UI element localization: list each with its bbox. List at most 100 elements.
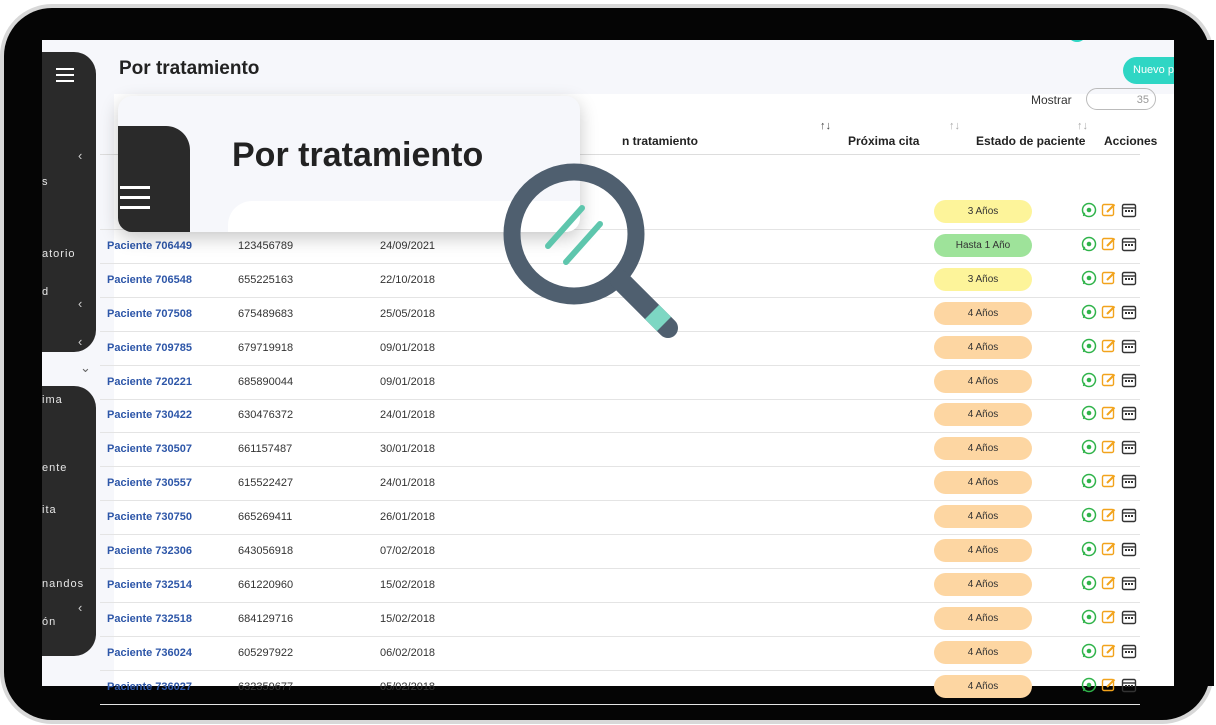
sidebar-item-label[interactable]: ima xyxy=(42,394,63,406)
whatsapp-icon[interactable] xyxy=(1081,677,1097,693)
chevron-left-icon[interactable]: ‹ xyxy=(78,334,82,349)
calendar-icon[interactable] xyxy=(1121,372,1137,388)
patient-name-link[interactable]: Paciente 732514 xyxy=(107,579,192,591)
status-badge: 4 Años xyxy=(934,403,1032,427)
patient-name-link[interactable]: Paciente 720221 xyxy=(107,376,192,388)
sort-icon[interactable]: ↑↓ xyxy=(949,120,960,132)
edit-icon[interactable] xyxy=(1101,202,1117,218)
chevron-left-icon[interactable]: ‹ xyxy=(78,600,82,615)
patient-name-link[interactable]: Paciente 732306 xyxy=(107,545,192,557)
patient-name-link[interactable]: Paciente 730422 xyxy=(107,409,192,421)
page-size-select[interactable]: 35 xyxy=(1086,88,1156,110)
calendar-icon[interactable] xyxy=(1121,270,1137,286)
edit-icon[interactable] xyxy=(1101,270,1117,286)
calendar-icon[interactable] xyxy=(1121,541,1137,557)
patient-name-link[interactable]: Paciente 706548 xyxy=(107,274,192,286)
calendar-icon[interactable] xyxy=(1121,507,1137,523)
whatsapp-icon[interactable] xyxy=(1081,439,1097,455)
calendar-icon[interactable] xyxy=(1121,609,1137,625)
patient-phone: 655225163 xyxy=(238,273,294,286)
whatsapp-icon[interactable] xyxy=(1081,507,1097,523)
column-patient-status[interactable]: Estado de paciente xyxy=(976,134,1085,148)
edit-icon[interactable] xyxy=(1101,609,1117,625)
table-row[interactable]: Paciente 732514 661220960 15/02/2018 4 Años xyxy=(100,568,1140,603)
calendar-icon[interactable] xyxy=(1121,405,1137,421)
whatsapp-icon[interactable] xyxy=(1081,575,1097,591)
patient-phone: 615522427 xyxy=(238,477,294,490)
sort-icon[interactable]: ↑↓ xyxy=(820,120,831,132)
sidebar-item-label[interactable]: d xyxy=(42,286,49,298)
edit-icon[interactable] xyxy=(1101,338,1117,354)
menu-icon[interactable] xyxy=(56,68,74,82)
patient-name-link[interactable]: Paciente 730750 xyxy=(107,511,192,523)
chevron-down-icon[interactable]: ⌄ xyxy=(80,360,91,376)
whatsapp-icon[interactable] xyxy=(1081,372,1097,388)
edit-icon[interactable] xyxy=(1101,304,1117,320)
patient-name-link[interactable]: Paciente 730507 xyxy=(107,443,192,455)
edit-icon[interactable] xyxy=(1101,677,1117,693)
patient-phone: 679719918 xyxy=(238,341,294,354)
edit-icon[interactable] xyxy=(1101,575,1117,591)
patient-name-link[interactable]: Paciente 736024 xyxy=(107,647,192,659)
whatsapp-icon[interactable] xyxy=(1081,643,1097,659)
sort-icon[interactable]: ↑↓ xyxy=(1077,120,1088,132)
sidebar-item-label[interactable]: ente xyxy=(42,462,67,474)
whatsapp-icon[interactable] xyxy=(1081,609,1097,625)
patient-phone: 123456789 xyxy=(238,239,294,252)
table-row[interactable]: Paciente 730557 615522427 24/01/2018 4 Años xyxy=(100,466,1140,502)
edit-icon[interactable] xyxy=(1101,405,1117,421)
calendar-icon[interactable] xyxy=(1121,236,1137,252)
patient-date: 15/02/2018 xyxy=(380,578,436,591)
new-patient-button[interactable]: Nuevo p xyxy=(1123,57,1174,84)
whatsapp-icon[interactable] xyxy=(1081,236,1097,252)
patient-name-link[interactable]: Paciente 732518 xyxy=(107,613,192,625)
patient-name-link[interactable]: Paciente 736027 xyxy=(107,681,192,693)
calendar-icon[interactable] xyxy=(1121,473,1137,489)
edit-icon[interactable] xyxy=(1101,541,1117,557)
table-row[interactable]: Paciente 730750 665269411 26/01/2018 4 Años xyxy=(100,500,1140,536)
table-row[interactable]: Paciente 730422 630476372 24/01/2018 4 Años xyxy=(100,398,1140,434)
calendar-icon[interactable] xyxy=(1121,304,1137,320)
calendar-icon[interactable] xyxy=(1121,338,1137,354)
sidebar-item-label[interactable]: atorio xyxy=(42,248,76,260)
patient-name-link[interactable]: Paciente 707508 xyxy=(107,308,192,320)
row-actions xyxy=(1081,643,1141,663)
whatsapp-icon[interactable] xyxy=(1081,304,1097,320)
sidebar-item-label[interactable]: ita xyxy=(42,504,57,516)
sidebar-item-label[interactable]: nandos xyxy=(42,578,84,590)
edit-icon[interactable] xyxy=(1101,643,1117,659)
table-row[interactable]: Paciente 732518 684129716 15/02/2018 4 Años xyxy=(100,602,1140,637)
column-treatment[interactable]: n tratamiento xyxy=(622,134,698,148)
table-row[interactable]: Paciente 736024 605297922 06/02/2018 4 Años xyxy=(100,636,1140,671)
whatsapp-icon[interactable] xyxy=(1081,270,1097,286)
patient-phone: 665269411 xyxy=(238,511,293,524)
calendar-icon[interactable] xyxy=(1121,643,1137,659)
calendar-icon[interactable] xyxy=(1121,575,1137,591)
whatsapp-icon[interactable] xyxy=(1081,405,1097,421)
whatsapp-icon[interactable] xyxy=(1081,541,1097,557)
whatsapp-icon[interactable] xyxy=(1081,473,1097,489)
edit-icon[interactable] xyxy=(1101,473,1117,489)
chevron-left-icon[interactable]: ‹ xyxy=(78,148,82,163)
whatsapp-icon[interactable] xyxy=(1081,338,1097,354)
patient-name-link[interactable]: Paciente 709785 xyxy=(107,342,192,354)
patient-name-link[interactable]: Paciente 730557 xyxy=(107,477,192,489)
calendar-icon[interactable] xyxy=(1121,677,1137,693)
calendar-icon[interactable] xyxy=(1121,202,1137,218)
whatsapp-icon[interactable] xyxy=(1081,202,1097,218)
table-row[interactable]: Paciente 730507 661157487 30/01/2018 4 Años xyxy=(100,432,1140,468)
table-row[interactable]: Paciente 720221 685890044 09/01/2018 4 Años xyxy=(100,365,1140,400)
table-row[interactable]: Paciente 736027 632359677 05/02/2018 4 Años xyxy=(100,670,1140,705)
edit-icon[interactable] xyxy=(1101,507,1117,523)
patient-date: 05/02/2018 xyxy=(380,680,436,693)
edit-icon[interactable] xyxy=(1101,439,1117,455)
sidebar-item-label[interactable]: s xyxy=(42,176,49,188)
calendar-icon[interactable] xyxy=(1121,439,1137,455)
sidebar-item-label[interactable]: ón xyxy=(42,616,56,628)
edit-icon[interactable] xyxy=(1101,236,1117,252)
edit-icon[interactable] xyxy=(1101,372,1117,388)
table-row[interactable]: Paciente 732306 643056918 07/02/2018 4 Años xyxy=(100,534,1140,569)
column-next-appointment[interactable]: Próxima cita xyxy=(848,134,919,148)
chevron-left-icon[interactable]: ‹ xyxy=(78,296,82,311)
patient-name-link[interactable]: Paciente 706449 xyxy=(107,240,192,252)
